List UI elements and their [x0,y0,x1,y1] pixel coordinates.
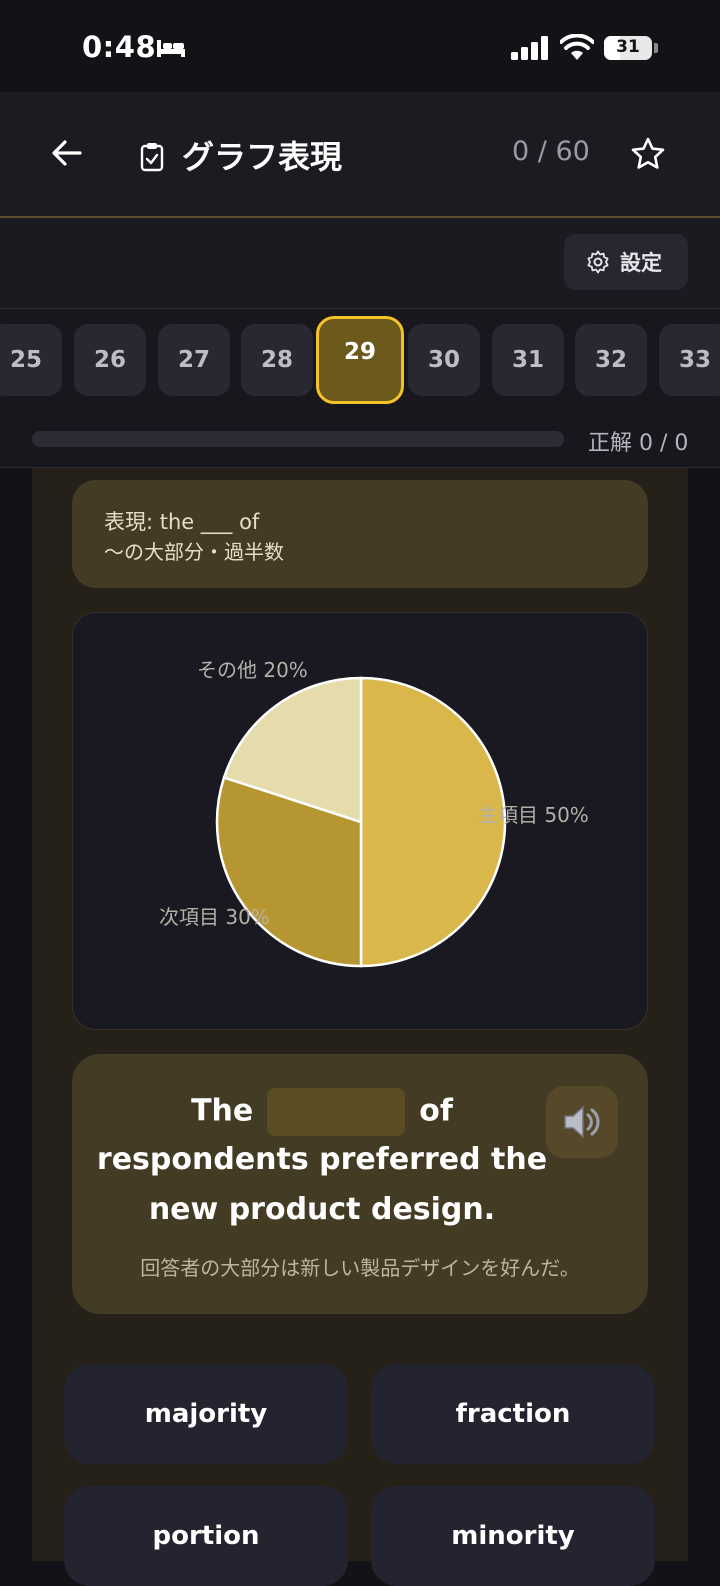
hint-expression: 表現: the ___ of [104,510,260,534]
question-word-after: of [419,1093,453,1129]
expression-hint: 表現: the ___ of 〜の大部分・過半数 [72,480,648,588]
progress-bar [32,431,564,447]
bed-icon [157,40,185,57]
pie-slice-label: 次項目 30% [159,905,270,929]
status-bar: 0:48 31 [0,0,720,92]
hint-meaning: 〜の大部分・過半数 [104,540,284,564]
question-counter: 0 / 60 [512,136,590,167]
clipboard-check-icon [140,143,164,172]
play-audio-button[interactable] [546,1086,618,1158]
arrow-left-icon[interactable] [50,136,84,170]
question-content: 表現: the ___ of 〜の大部分・過半数 主項目 50% 次項目 30% そ… [32,468,688,1586]
question-line-3: new product design. [148,1192,496,1227]
status-time: 0:48 [82,30,157,64]
pie-slice-label: その他 20% [197,658,308,682]
question-nav-item[interactable]: 28 [241,324,313,396]
question-nav-item[interactable]: 32 [575,324,647,396]
battery-level: 31 [616,37,640,57]
question-nav-item[interactable]: 30 [408,324,480,396]
battery-cap [654,43,658,53]
question-nav-item-active[interactable]: 29 [316,316,404,404]
question-nav-item[interactable]: 31 [492,324,564,396]
pie-chart: 主項目 50% 次項目 30% その他 20% [159,658,589,968]
choice-button[interactable]: portion [64,1486,348,1586]
question-card: The of respondents preferred the new prod… [72,1054,648,1314]
star-outline-icon[interactable] [630,136,666,172]
question-line-1: The of [72,1088,572,1136]
question-word-before: The [191,1093,254,1129]
question-translation: 回答者の大部分は新しい製品デザインを好んだ。 [140,1256,580,1280]
gear-icon [587,250,609,274]
settings-label: 設定 [620,251,662,275]
question-nav-item[interactable]: 33 [659,324,720,396]
app-header: グラフ表現 0 / 60 [0,92,720,218]
settings-row: 設定 [0,218,720,309]
choice-button[interactable]: fraction [371,1364,655,1464]
pie-chart-card: 主項目 50% 次項目 30% その他 20% [72,612,648,1030]
wifi-icon [560,34,594,60]
question-nav: 25 26 27 28 29 30 31 32 33 [0,309,720,409]
progress-row: 正解 0 / 0 [0,409,720,468]
settings-button[interactable]: 設定 [564,234,688,290]
pie-slice-label: 主項目 50% [478,803,589,827]
answer-blank [267,1088,406,1136]
question-nav-item[interactable]: 26 [74,324,146,396]
question-nav-item[interactable]: 25 [0,324,62,396]
page-title: グラフ表現 [182,138,343,176]
battery-indicator: 31 [604,36,652,60]
question-nav-item[interactable]: 27 [158,324,230,396]
score-label: 正解 0 / 0 [588,431,689,456]
signal-icon [511,36,548,60]
choice-button[interactable]: minority [371,1486,655,1586]
question-line-2: respondents preferred the [96,1142,548,1177]
choice-button[interactable]: majority [64,1364,348,1464]
speaker-icon [564,1105,600,1139]
